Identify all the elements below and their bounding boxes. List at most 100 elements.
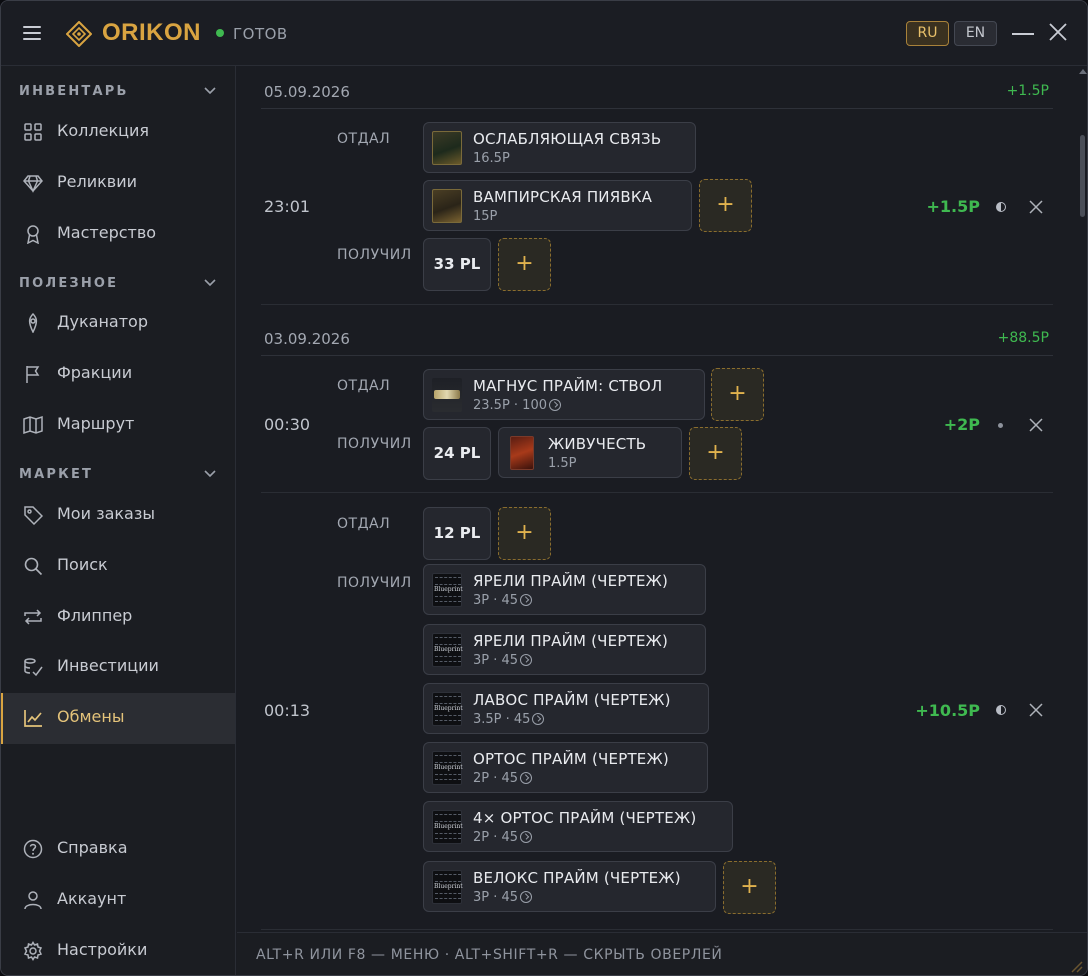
sidebar-item-help[interactable]: Справка (1, 824, 235, 875)
app-window: ORIKON ГОТОВ RU EN ИНВЕНТАРЬ Коллекция Р… (0, 0, 1088, 976)
item-price: 3P · 45 (473, 653, 533, 668)
minimize-icon[interactable] (1012, 33, 1034, 35)
item-price: 16.5P (473, 151, 510, 166)
sidebar-item-label: Настройки (57, 940, 148, 959)
section-header-inventory[interactable]: ИНВЕНТАРЬ (19, 84, 129, 99)
item-card[interactable]: ВЕЛОКС ПРАЙМ (ЧЕРТЕЖ) 3P · 45 (423, 861, 716, 912)
item-name: ВЕЛОКС ПРАЙМ (ЧЕРТЕЖ) (473, 869, 681, 887)
dot-icon[interactable] (998, 423, 1003, 428)
help-icon (23, 839, 43, 859)
item-price-text: 2P · 45 (473, 830, 519, 845)
sidebar-item-collection[interactable]: Коллекция (1, 107, 235, 158)
item-card[interactable]: ЖИВУЧЕСТЬ 1.5P (498, 427, 682, 478)
ducat-icon (28, 313, 38, 333)
sidebar-item-my-orders[interactable]: Мои заказы (1, 490, 235, 541)
gave-label: ОТДАЛ (337, 516, 391, 532)
ducat-icon (520, 831, 533, 843)
add-gave-item-button[interactable]: + (711, 368, 764, 421)
chevron-down-icon[interactable] (204, 87, 216, 95)
gear-icon (23, 941, 43, 961)
delete-trade-icon[interactable] (1029, 418, 1043, 432)
row-divider (261, 929, 1053, 930)
footer: ALT+R ИЛИ F8 — МЕНЮ · ALT+SHIFT+R — СКРЫ… (237, 932, 1087, 975)
item-name: ЖИВУЧЕСТЬ (548, 435, 647, 453)
section-header-useful[interactable]: ПОЛЕЗНОЕ (19, 276, 118, 291)
sidebar-item-investments[interactable]: Инвестиции (1, 642, 235, 693)
item-price: 23.5P · 100 (473, 398, 561, 413)
item-price-text: 3P · 45 (473, 593, 519, 608)
item-card[interactable]: ВАМПИРСКАЯ ПИЯВКА 15P (423, 180, 692, 231)
row-divider (261, 304, 1053, 305)
item-name: ЛАВОС ПРАЙМ (ЧЕРТЕЖ) (473, 691, 671, 709)
sidebar-item-ducanator[interactable]: Дуканатор (1, 298, 235, 349)
medal-icon (27, 225, 39, 244)
sidebar-item-label: Обмены (57, 707, 125, 726)
sidebar-item-label: Мастерство (57, 223, 157, 242)
sidebar-item-relics[interactable]: Реликвии (1, 158, 235, 209)
add-gave-item-button[interactable]: + (498, 507, 551, 560)
item-price: 3P · 45 (473, 593, 533, 608)
user-icon (24, 891, 42, 910)
sidebar-item-search[interactable]: Поиск (1, 541, 235, 592)
trade-total: +1.5P (926, 197, 980, 216)
delete-trade-icon[interactable] (1029, 703, 1043, 717)
add-got-item-button[interactable]: + (689, 427, 742, 480)
lang-en-button[interactable]: EN (954, 21, 997, 46)
scrollbar-thumb[interactable] (1080, 135, 1085, 217)
platinum-amount[interactable]: 12 PL (423, 507, 491, 560)
item-price: 2P · 45 (473, 830, 533, 845)
sidebar-item-account[interactable]: Аккаунт (1, 875, 235, 926)
resize-grip-icon[interactable] (1067, 957, 1083, 973)
item-price: 3.5P · 45 (473, 712, 545, 727)
hotkey-hint: ALT+R ИЛИ F8 — МЕНЮ · ALT+SHIFT+R — СКРЫ… (256, 947, 723, 963)
gem-icon (23, 175, 43, 193)
trade-time: 23:01 (264, 197, 311, 216)
close-window-icon[interactable] (1047, 21, 1069, 43)
got-label: ПОЛУЧИЛ (337, 436, 412, 452)
sidebar-item-route[interactable]: Маршрут (1, 400, 235, 451)
item-price: 2P · 45 (473, 771, 533, 786)
platinum-amount[interactable]: 33 PL (423, 238, 491, 291)
item-card[interactable]: ЛАВОС ПРАЙМ (ЧЕРТЕЖ) 3.5P · 45 (423, 683, 709, 734)
group-total: +1.5P (1006, 83, 1049, 99)
item-price-text: 3.5P · 45 (473, 712, 531, 727)
add-got-item-button[interactable]: + (498, 238, 551, 291)
sidebar-item-settings[interactable]: Настройки (1, 926, 235, 975)
platinum-amount[interactable]: 24 PL (423, 427, 491, 480)
item-card[interactable]: ОСЛАБЛЯЮЩАЯ СВЯЗЬ 16.5P (423, 122, 696, 173)
scroll-up-icon[interactable] (1079, 69, 1087, 74)
section-header-market[interactable]: МАРКЕТ (19, 467, 93, 482)
invest-icon (24, 658, 43, 677)
half-circle-icon[interactable] (996, 705, 1006, 715)
delete-trade-icon[interactable] (1029, 200, 1043, 214)
got-label: ПОЛУЧИЛ (337, 247, 412, 263)
item-card[interactable]: ЯРЕЛИ ПРАЙМ (ЧЕРТЕЖ) 3P · 45 (423, 624, 706, 675)
blueprint-thumbnail (432, 633, 463, 667)
gave-label: ОТДАЛ (337, 378, 391, 394)
item-card[interactable]: 4× ОРТОС ПРАЙМ (ЧЕРТЕЖ) 2P · 45 (423, 801, 733, 852)
add-gave-item-button[interactable]: + (699, 179, 752, 232)
item-card[interactable]: ОРТОС ПРАЙМ (ЧЕРТЕЖ) 2P · 45 (423, 742, 708, 793)
sidebar-item-mastery[interactable]: Мастерство (1, 209, 235, 260)
chevron-down-icon[interactable] (204, 470, 216, 478)
mod-thumbnail (510, 436, 534, 470)
blueprint-thumbnail (432, 573, 463, 607)
ducat-icon (549, 399, 561, 411)
item-card[interactable]: МАГНУС ПРАЙМ: СТВОЛ 23.5P · 100 (423, 369, 705, 420)
item-price-text: 2P · 45 (473, 771, 519, 786)
item-name: 4× ОРТОС ПРАЙМ (ЧЕРТЕЖ) (473, 809, 697, 827)
logo-icon (66, 21, 92, 47)
sidebar-item-label: Справка (57, 838, 128, 857)
blueprint-thumbnail (432, 692, 463, 726)
sidebar-item-factions[interactable]: Фракции (1, 349, 235, 400)
chevron-down-icon[interactable] (204, 279, 216, 287)
item-card[interactable]: ЯРЕЛИ ПРАЙМ (ЧЕРТЕЖ) 3P · 45 (423, 564, 706, 615)
half-circle-icon[interactable] (996, 202, 1006, 212)
sidebar: ИНВЕНТАРЬ Коллекция Реликвии Мастерство … (1, 66, 236, 975)
sidebar-item-trades[interactable]: Обмены (1, 693, 235, 744)
lang-ru-button[interactable]: RU (906, 21, 949, 46)
sidebar-item-flipper[interactable]: Флиппер (1, 592, 235, 643)
menu-icon[interactable] (23, 26, 41, 40)
add-got-item-button[interactable]: + (723, 861, 776, 914)
part-thumbnail (432, 378, 462, 412)
